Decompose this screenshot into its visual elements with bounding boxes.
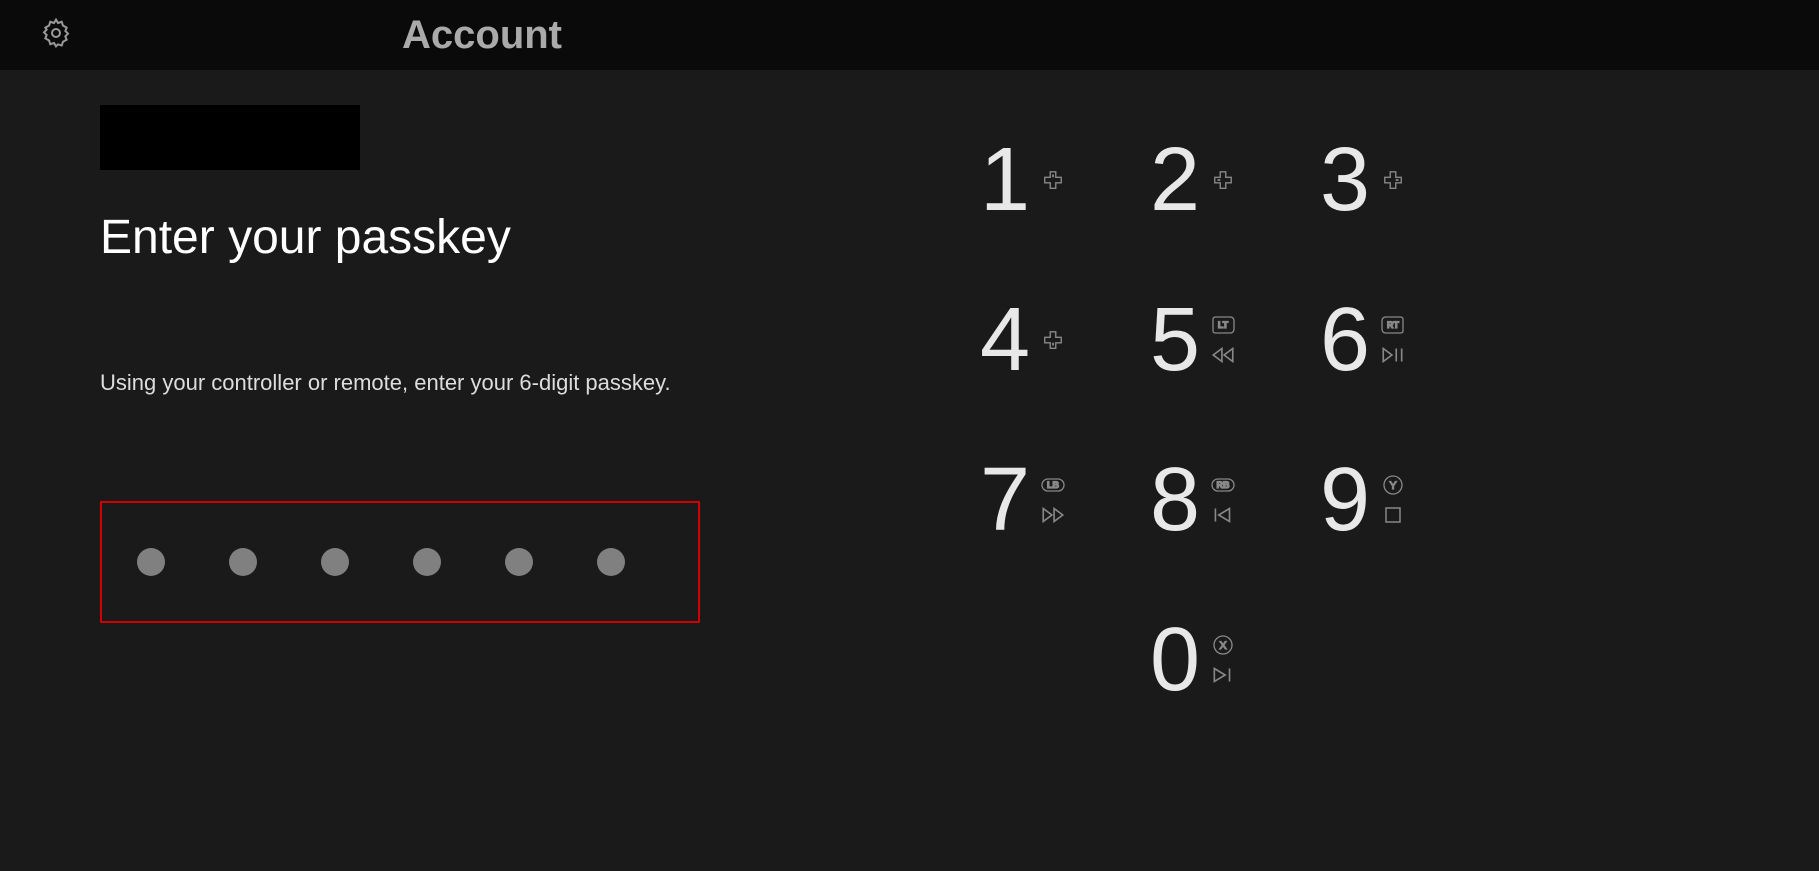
key-3[interactable]: 3: [1300, 100, 1470, 260]
header-bar: Account: [0, 0, 1819, 70]
rt-trigger-icon: RT: [1380, 314, 1406, 336]
skip-forward-icon: [1210, 664, 1236, 686]
passkey-dot: [137, 548, 165, 576]
key-6[interactable]: 6 RT: [1300, 260, 1470, 420]
dpad-right-icon: [1380, 169, 1406, 191]
passkey-dot: [229, 548, 257, 576]
y-button-icon: Y: [1380, 474, 1406, 496]
key-9[interactable]: 9 Y: [1300, 420, 1470, 580]
dpad-up-icon: [1040, 169, 1066, 191]
lt-trigger-icon: LT: [1210, 314, 1236, 336]
dpad-left-icon: [1210, 169, 1236, 191]
key-digit: 8: [1150, 449, 1200, 552]
key-digit: 9: [1320, 449, 1370, 552]
key-4[interactable]: 4: [960, 260, 1130, 420]
svg-text:RT: RT: [1387, 320, 1399, 330]
key-digit: 6: [1320, 289, 1370, 392]
svg-text:RB: RB: [1217, 480, 1230, 490]
dpad-down-icon: [1040, 329, 1066, 351]
key-digit: 7: [980, 449, 1030, 552]
key-1[interactable]: 1: [960, 100, 1130, 260]
play-pause-icon: [1380, 344, 1406, 366]
key-digit: 4: [980, 289, 1030, 392]
key-0[interactable]: 0 X: [1130, 580, 1300, 740]
passkey-dot: [413, 548, 441, 576]
rb-bumper-icon: RB: [1210, 474, 1236, 496]
fast-forward-icon: [1040, 504, 1066, 526]
key-digit: 2: [1150, 129, 1200, 232]
passkey-dot: [321, 548, 349, 576]
key-digit: 1: [980, 129, 1030, 232]
skip-back-icon: [1210, 504, 1236, 526]
key-digit: 3: [1320, 129, 1370, 232]
key-digit: 5: [1150, 289, 1200, 392]
lb-bumper-icon: LB: [1040, 474, 1066, 496]
svg-text:LB: LB: [1047, 480, 1059, 490]
key-8[interactable]: 8 RB: [1130, 420, 1300, 580]
stop-icon: [1380, 504, 1406, 526]
passkey-dot: [597, 548, 625, 576]
header-title: Account: [402, 13, 562, 58]
x-button-icon: X: [1210, 634, 1236, 656]
key-5[interactable]: 5 LT: [1130, 260, 1300, 420]
rewind-icon: [1210, 344, 1236, 366]
key-2[interactable]: 2: [1130, 100, 1300, 260]
passkey-dot: [505, 548, 533, 576]
keypad: 1 2 3 4 5 LT 6 RT 7: [960, 100, 1470, 740]
key-7[interactable]: 7 LB: [960, 420, 1130, 580]
passkey-input[interactable]: [100, 501, 700, 623]
svg-text:LT: LT: [1218, 320, 1229, 330]
settings-icon[interactable]: [40, 17, 72, 54]
user-profile-block: [100, 105, 360, 170]
svg-text:X: X: [1219, 640, 1227, 652]
svg-text:Y: Y: [1389, 480, 1397, 492]
key-digit: 0: [1150, 609, 1200, 712]
